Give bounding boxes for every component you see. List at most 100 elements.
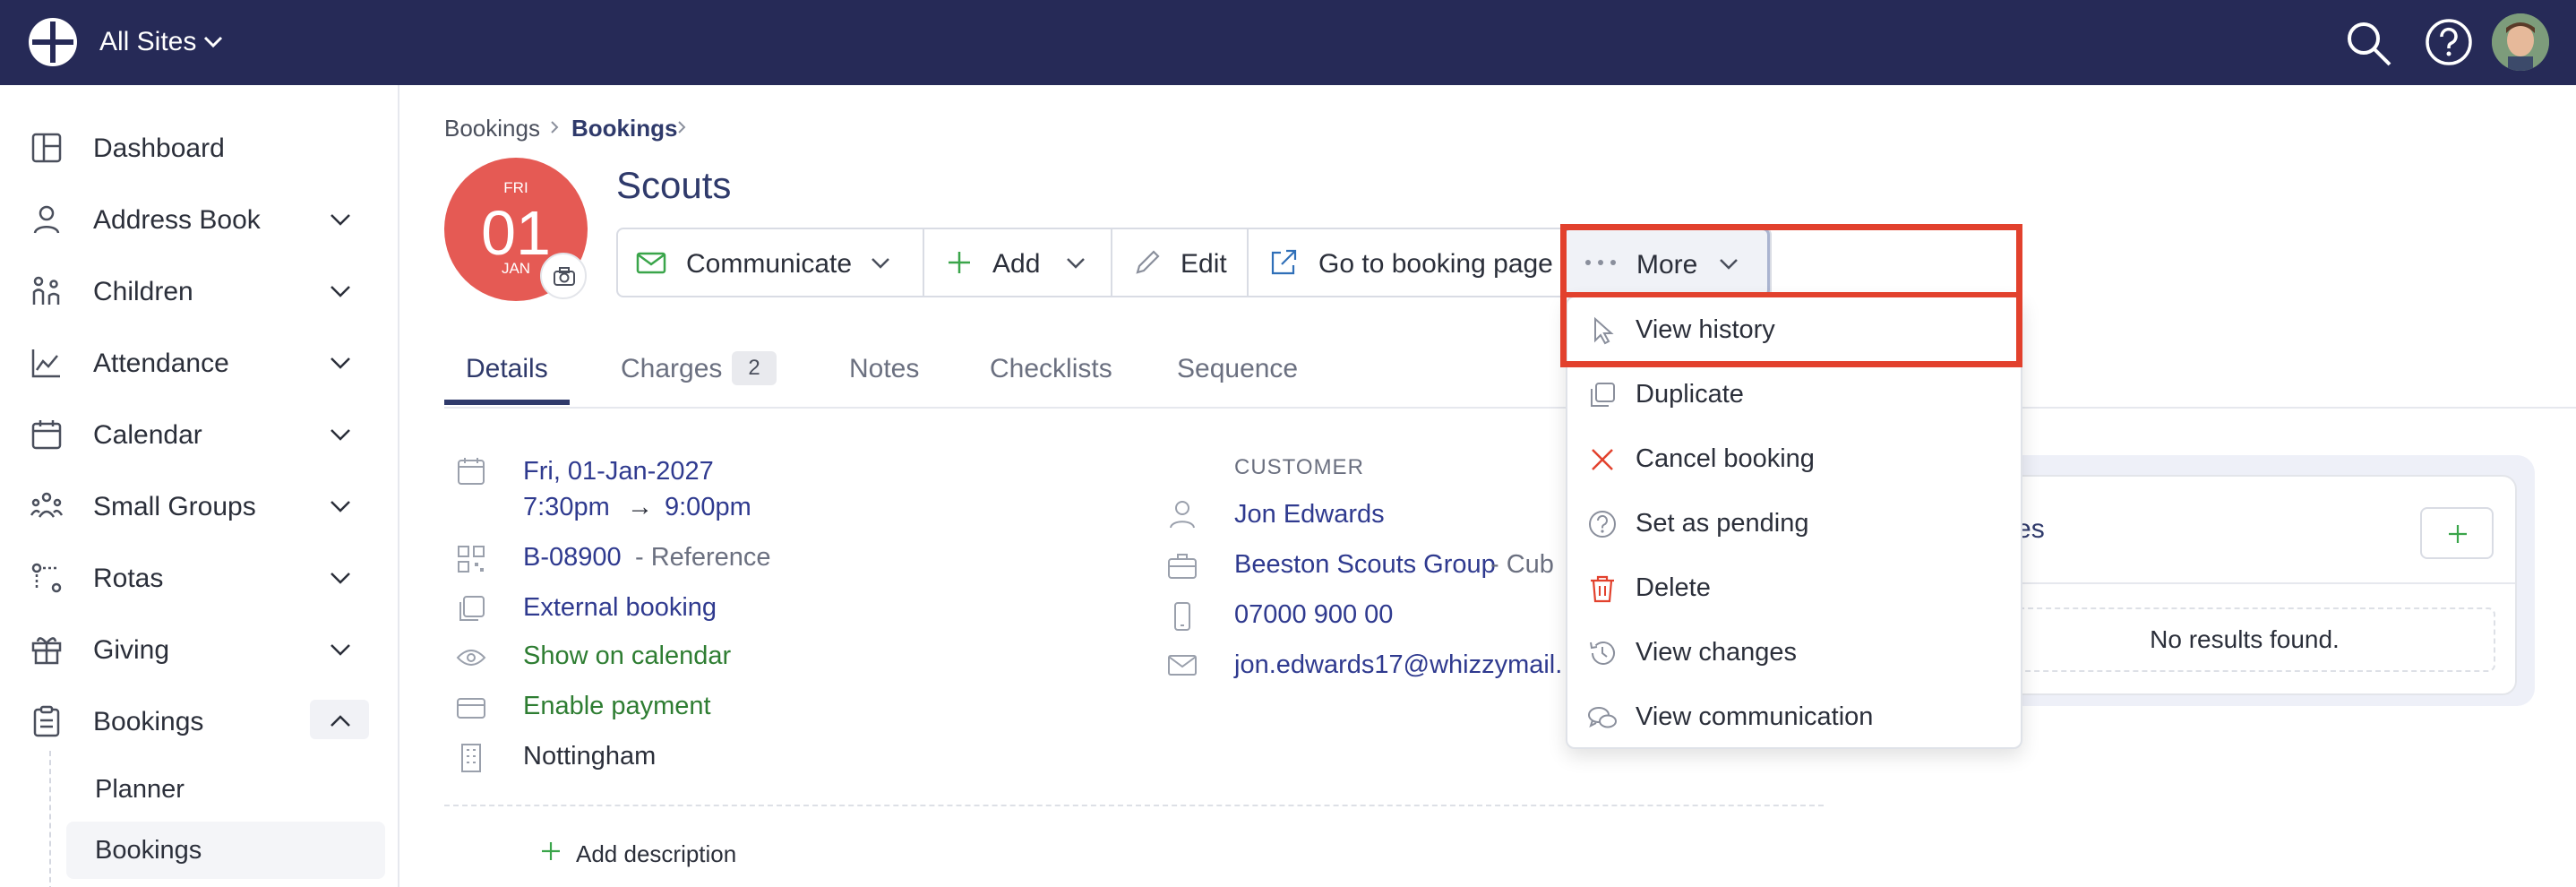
sidebar-item-calendar[interactable]: Calendar [0,402,399,465]
chevron-up-icon[interactable] [328,710,353,732]
chevron-down-icon[interactable] [328,567,353,589]
sidebar-item-children[interactable]: Children [0,259,399,322]
enable-payment-status[interactable]: Enable payment [523,692,711,721]
go-to-booking-label: Go to booking page [1318,249,1553,279]
building-icon [461,744,481,772]
booking-time-end: 9:00pm [665,493,751,521]
chat-icon [1588,707,1617,728]
change-photo-button[interactable] [540,253,587,299]
chevron-down-icon[interactable] [328,352,353,374]
menu-item-label: Set as pending [1636,509,1809,538]
duplicate-icon [1591,383,1615,407]
edit-label: Edit [1181,249,1227,279]
external-booking-link[interactable]: External booking [523,593,717,623]
person-icon [1170,501,1195,529]
communicate-button[interactable]: Communicate [618,229,924,296]
sidebar-item-bookings[interactable]: Bookings [0,689,399,752]
booking-time-start: 7:30pm [523,493,610,521]
sidebar-item-attendance[interactable]: Attendance [0,331,399,393]
envelope-icon [1168,655,1197,676]
customer-name-link[interactable]: Jon Edwards [1234,500,1385,530]
menu-item-duplicate[interactable]: Duplicate [1567,362,2021,426]
menu-item-cancel-booking[interactable]: Cancel booking [1567,426,2021,491]
add-label: Add [992,249,1041,279]
sidebar-subitem-label: Planner [95,775,185,804]
add-note-button[interactable] [2420,507,2494,559]
badge-day-of-week: FRI [503,179,528,196]
tab-charges[interactable]: Charges [621,354,722,384]
user-avatar[interactable] [2492,13,2549,71]
rota-icon [31,563,62,593]
search-icon[interactable] [2343,18,2393,68]
chart-icon [31,349,60,378]
sidebar-item-address-book[interactable]: Address Book [0,187,399,250]
edit-button[interactable]: Edit [1112,229,1249,296]
calendar-icon [458,458,485,485]
breadcrumb-item[interactable]: Bookings [571,115,677,142]
chevron-down-icon[interactable] [328,280,353,302]
customer-organisation-suffix: - Cub [1490,550,1554,579]
gift-icon [31,637,62,665]
add-description-button[interactable]: Add description [576,840,736,868]
sidebar-item-giving[interactable]: Giving [0,617,399,680]
tab-notes[interactable]: Notes [849,354,919,384]
sidebar-subitem-planner[interactable]: Planner [66,761,385,818]
chevron-down-icon[interactable] [328,424,353,445]
envelope-icon [636,252,666,274]
time-arrow: → [627,493,653,521]
sidebar-item-label: Attendance [93,349,229,378]
customer-heading: CUSTOMER [1234,455,1364,479]
plus-icon[interactable] [540,840,562,862]
booking-date-link[interactable]: Fri, 01-Jan-2027 [523,457,714,487]
trash-icon [1591,575,1614,603]
chevron-down-icon[interactable] [328,209,353,230]
sidebar-item-dashboard[interactable]: Dashboard [0,116,399,178]
customer-phone-link[interactable]: 07000 900 00 [1234,600,1393,630]
card-icon [457,698,485,719]
tab-bar: Details Charges 2 Notes Checklists Seque… [444,340,2576,409]
sidebar-subitem-bookings[interactable]: Bookings [66,822,385,879]
top-bar: All Sites [0,0,2576,85]
page-title: Scouts [616,164,732,206]
chevron-down-icon[interactable] [328,495,353,517]
menu-item-label: Duplicate [1636,380,1744,409]
camera-icon [554,267,575,286]
menu-item-view-changes[interactable]: View changes [1567,620,2021,685]
menu-item-delete[interactable]: Delete [1567,555,2021,620]
notes-empty-state: No results found. [1994,607,2495,672]
communicate-label: Communicate [686,249,853,279]
sidebar-item-label: Giving [93,635,170,665]
go-to-booking-page-button[interactable]: Go to booking page [1249,229,1564,296]
show-on-calendar-status[interactable]: Show on calendar [523,642,731,671]
sidebar-item-label: Rotas [93,564,164,593]
app-logo-icon[interactable] [27,16,79,68]
eye-icon [456,650,486,666]
site-selector-label[interactable]: All Sites [99,27,196,57]
customer-email-link[interactable]: jon.edwards17@whizzymail. [1234,650,1562,680]
sidebar-item-label: Calendar [93,420,202,450]
notes-divider [1972,582,2515,584]
customer-organisation-link[interactable]: Beeston Scouts Group [1234,550,1496,580]
reference-code[interactable]: B-08900 [523,543,622,573]
menu-item-set-as-pending[interactable]: Set as pending [1567,491,2021,555]
plus-icon [2449,525,2467,543]
tab-sequence[interactable]: Sequence [1177,354,1298,384]
copy-icon [459,596,485,621]
chevron-down-icon[interactable] [202,32,224,50]
sidebar-item-label: Bookings [93,707,204,736]
breadcrumb-item[interactable]: Bookings [444,115,540,142]
help-icon[interactable] [2425,18,2473,66]
sidebar-item-label: Dashboard [93,133,225,163]
calendar-icon [31,420,62,450]
tab-checklists[interactable]: Checklists [990,354,1112,384]
menu-item-view-communication[interactable]: View communication [1567,685,2021,749]
sidebar-item-rotas[interactable]: Rotas [0,546,399,608]
active-tab-indicator [444,400,570,405]
pencil-icon [1136,250,1160,274]
tab-details[interactable]: Details [466,354,548,384]
group-icon [30,492,63,518]
chevron-down-icon[interactable] [328,639,353,660]
sidebar-item-small-groups[interactable]: Small Groups [0,474,399,537]
charges-count-badge: 2 [732,351,777,385]
add-button[interactable]: Add [924,229,1112,296]
